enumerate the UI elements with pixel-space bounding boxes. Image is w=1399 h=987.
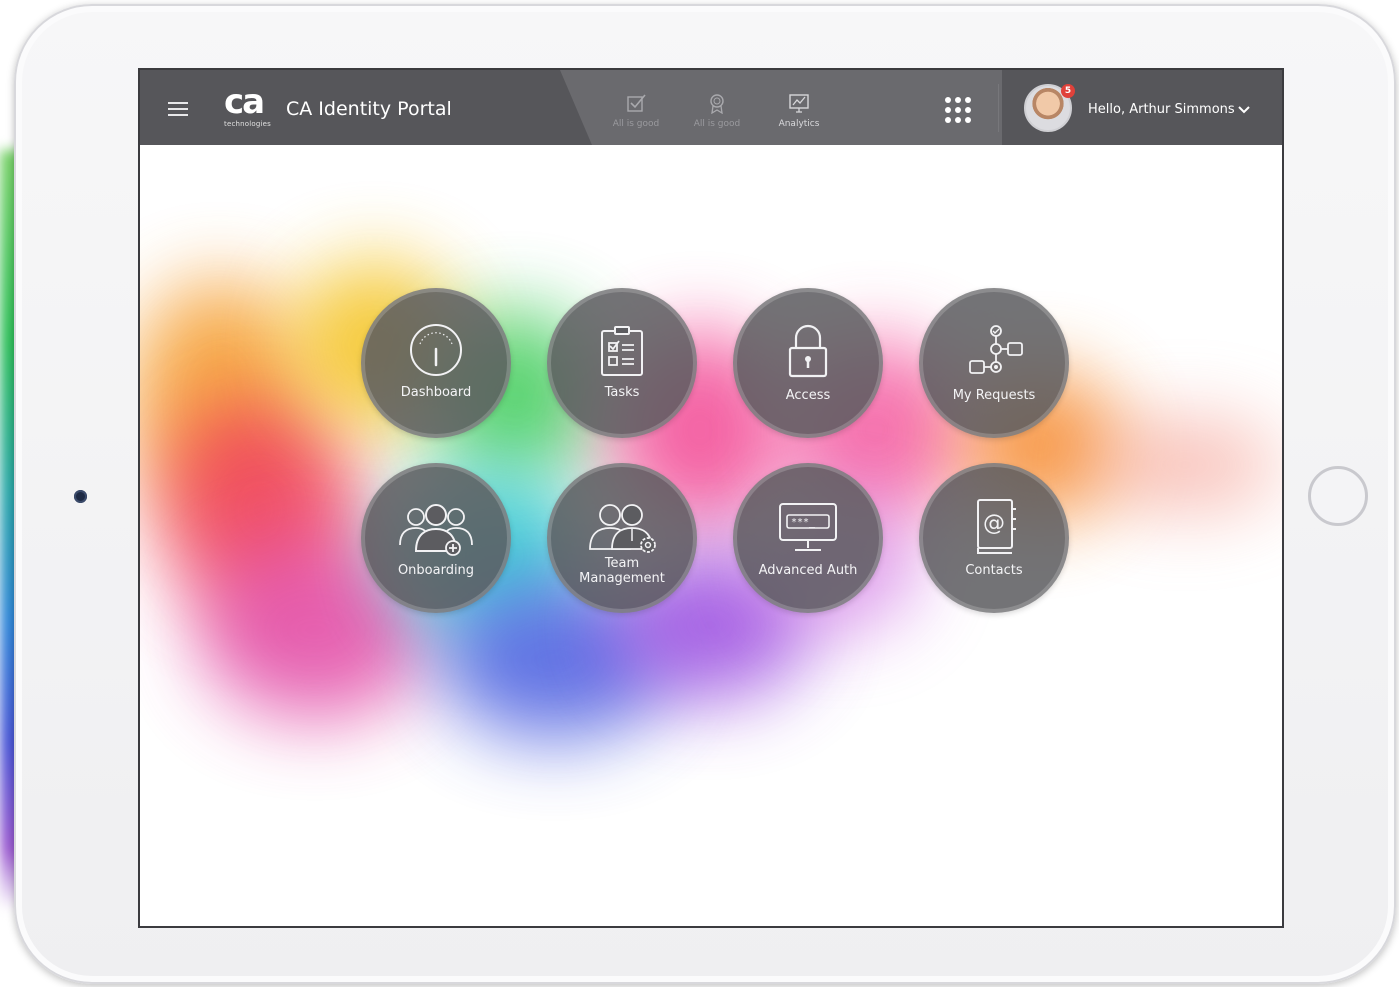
address-book-icon: @: [977, 499, 1016, 554]
tab-analytics-label: Analytics: [778, 119, 820, 129]
header-divider: [998, 84, 999, 132]
app-title: CA Identity Portal: [286, 98, 452, 120]
tile-advanced-auth[interactable]: ***_ Advanced Auth: [733, 463, 883, 613]
tile-tasks-label: Tasks: [604, 385, 640, 400]
tile-tasks[interactable]: Tasks: [547, 288, 697, 438]
tile-onboarding-label: Onboarding: [397, 563, 475, 578]
analytics-chart-icon: [789, 94, 809, 113]
app-grid-icon[interactable]: [945, 97, 975, 127]
tab-status-1-label: All is good: [612, 119, 660, 129]
tile-my-requests-label: My Requests: [952, 388, 1036, 403]
team-settings-icon: [589, 504, 656, 553]
paint-splash-background: [140, 220, 1282, 780]
padlock-icon: [788, 324, 828, 378]
tile-onboarding[interactable]: Onboarding: [361, 463, 511, 613]
tile-my-requests[interactable]: My Requests: [919, 288, 1069, 438]
tab-status-1[interactable]: All is good: [601, 92, 671, 129]
tab-analytics[interactable]: Analytics: [764, 92, 834, 129]
tab-status-2[interactable]: All is good: [682, 92, 752, 129]
tablet-camera: [74, 490, 87, 503]
tile-dashboard-label: Dashboard: [400, 385, 472, 400]
password-monitor-icon: ***_: [779, 503, 837, 551]
chevron-down-icon[interactable]: [1236, 104, 1252, 116]
logo-subtext: technologies: [224, 120, 272, 128]
tile-access-label: Access: [785, 388, 831, 403]
svg-text:***_: ***_: [791, 517, 816, 528]
tile-team-management-label-line1: Team: [604, 556, 640, 571]
tile-team-management-label-line2: Management: [579, 571, 665, 586]
tile-team-management[interactable]: Team Management: [547, 463, 697, 613]
logo-mark: ca: [224, 82, 265, 122]
svg-text:@: @: [983, 511, 1005, 536]
tile-contacts[interactable]: @ Contacts: [919, 463, 1069, 613]
tile-advanced-auth-label: Advanced Auth: [758, 563, 858, 578]
workflow-icon: [969, 325, 1023, 374]
users-add-icon: [399, 504, 473, 556]
tile-contacts-label: Contacts: [965, 563, 1023, 578]
notification-badge[interactable]: 5: [1061, 84, 1075, 98]
tablet-home-button[interactable]: [1308, 466, 1368, 526]
tile-dashboard[interactable]: Dashboard: [361, 288, 511, 438]
ca-logo: ca technologies: [224, 85, 276, 131]
tile-team-management-label: Team Management: [547, 556, 697, 586]
app-screen: ca technologies CA Identity Portal All i…: [138, 68, 1284, 928]
hamburger-menu-icon[interactable]: [168, 102, 188, 116]
user-greeting[interactable]: Hello, Arthur Simmons: [1088, 102, 1235, 117]
gauge-icon: [410, 324, 462, 376]
tab-status-2-label: All is good: [693, 119, 741, 129]
tile-access[interactable]: Access: [733, 288, 883, 438]
check-square-icon: [627, 94, 646, 112]
badge-icon: [710, 94, 724, 114]
top-navigation-bar: ca technologies CA Identity Portal All i…: [140, 70, 1282, 145]
checklist-icon: [601, 326, 643, 376]
